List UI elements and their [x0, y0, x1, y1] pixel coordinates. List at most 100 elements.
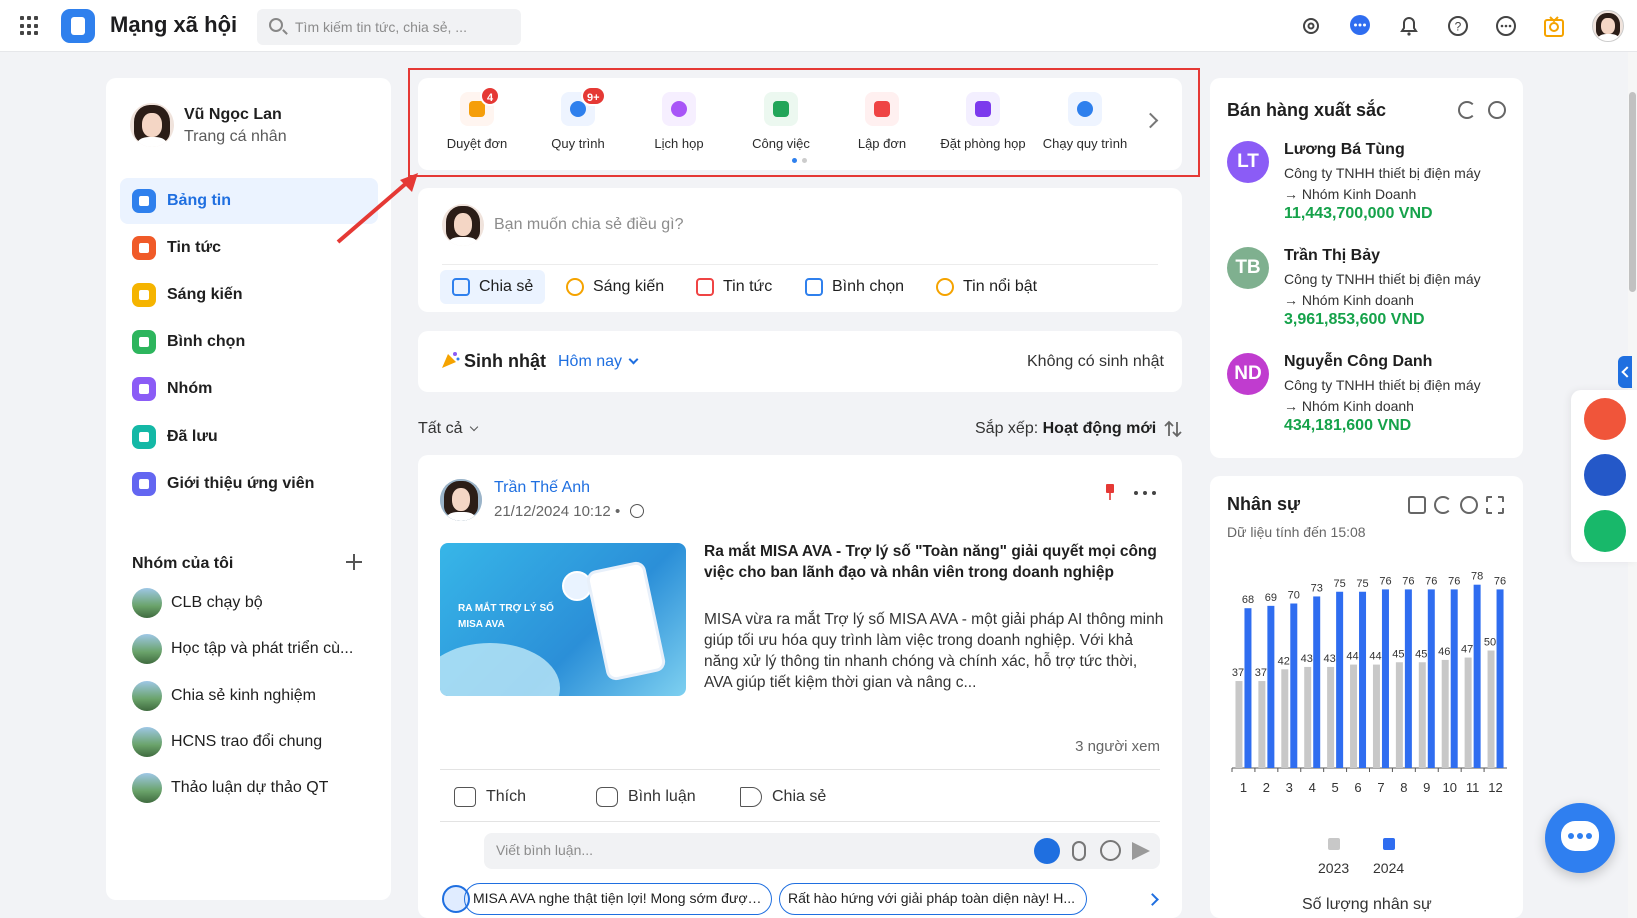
sidebar-item-groups[interactable]: Nhóm — [120, 366, 378, 412]
refresh-icon[interactable] — [1458, 101, 1476, 119]
sidebar-item-referrals[interactable]: Giới thiệu ứng viên — [120, 461, 378, 507]
sidebar-item-label: Bình chọn — [167, 333, 246, 350]
sidebar-item-initiatives[interactable]: Sáng kiến — [120, 272, 378, 318]
more-options-icon[interactable] — [1493, 13, 1519, 39]
bar-2023-4[interactable] — [1304, 666, 1312, 768]
post-view-count[interactable]: 3 người xem — [1075, 738, 1160, 755]
bar-2024-12[interactable] — [1496, 589, 1504, 768]
group-item[interactable]: HCNS trao đổi chung — [132, 726, 322, 758]
expand-icon[interactable] — [1486, 496, 1504, 514]
group-item[interactable]: CLB chạy bộ — [132, 587, 263, 619]
share-button[interactable]: Chia sẻ — [740, 783, 826, 811]
chart-type-icon[interactable] — [1408, 496, 1426, 514]
bar-2024-10[interactable] — [1450, 589, 1458, 768]
sort-selector[interactable]: Sắp xếp: Hoạt động mới — [975, 420, 1156, 438]
composer-tab-label: Tin tức — [723, 278, 773, 295]
bar-2023-10[interactable] — [1441, 659, 1449, 768]
legend-item-2023[interactable]: 2023 — [1318, 838, 1349, 876]
composer-tab-news[interactable]: Tin tức — [684, 270, 784, 304]
collapse-side-panel-tab[interactable] — [1618, 356, 1632, 388]
comment-input[interactable]: Viết bình luận... — [484, 833, 1160, 869]
composer-tab-featured[interactable]: Tin nổi bật — [924, 270, 1049, 304]
ai-assist-icon[interactable] — [1034, 838, 1060, 864]
suggestions-next-chevron-icon[interactable] — [1146, 891, 1162, 907]
legend-item-2024[interactable]: 2024 — [1373, 838, 1404, 876]
pin-icon[interactable] — [1104, 483, 1116, 501]
birthday-panel: Sinh nhật Hôm nay Không có sinh nhật — [418, 331, 1182, 392]
bar-2023-1[interactable] — [1235, 681, 1243, 768]
bar-2024-11[interactable] — [1473, 584, 1481, 768]
user-referral-icon — [132, 472, 156, 496]
comment-button[interactable]: Bình luận — [596, 783, 696, 811]
seller-avatar: TB — [1227, 247, 1269, 289]
chat-bubble-icon[interactable] — [1347, 13, 1373, 39]
composer-tab-initiative[interactable]: Sáng kiến — [554, 270, 676, 304]
post-author[interactable]: Trần Thế Anh — [494, 479, 590, 497]
help-icon[interactable]: ? — [1445, 13, 1471, 39]
sort-order-icon[interactable] — [1163, 419, 1183, 439]
settings-gear-icon[interactable] — [1460, 496, 1478, 514]
x-tick-label: 2 — [1263, 780, 1270, 795]
attachment-icon[interactable] — [1072, 841, 1086, 861]
post-title[interactable]: Ra mắt MISA AVA - Trợ lý số "Toàn năng" … — [704, 541, 1164, 583]
suggested-comment-chip[interactable]: Rất hào hứng với giải pháp toàn diện này… — [779, 883, 1087, 915]
bar-2024-9[interactable] — [1427, 589, 1435, 768]
user-avatar[interactable] — [1592, 10, 1624, 42]
award-icon[interactable] — [1541, 13, 1567, 39]
birthday-date-selector[interactable]: Hôm nay — [558, 353, 639, 371]
sidebar-item-saved[interactable]: Đã lưu — [120, 414, 378, 460]
top-sellers-panel: Bán hàng xuất sắc LT Lương Bá Tùng Công … — [1210, 78, 1523, 458]
composer-tab-share[interactable]: Chia sẻ — [440, 270, 546, 304]
send-icon[interactable] — [1132, 842, 1150, 860]
like-button[interactable]: Thích — [454, 783, 526, 811]
x-tick-label: 6 — [1354, 780, 1361, 795]
seller-amount: 434,181,600 VND — [1284, 417, 1412, 434]
emoji-icon[interactable] — [1100, 840, 1121, 861]
search-box[interactable] — [257, 9, 521, 45]
bar-2024-4[interactable] — [1313, 596, 1321, 768]
bar-2023-11[interactable] — [1464, 657, 1472, 768]
bar-2024-1[interactable] — [1244, 608, 1252, 768]
seller-name: Trần Thị Bảy — [1284, 247, 1381, 264]
ai-sparkle-icon[interactable] — [1584, 398, 1626, 440]
group-item[interactable]: Thảo luận dự thảo QT — [132, 772, 328, 804]
bar-2023-2[interactable] — [1258, 681, 1266, 768]
settings-gear-icon[interactable] — [1298, 13, 1324, 39]
notification-bell-icon[interactable] — [1396, 13, 1422, 39]
search-input[interactable] — [295, 9, 515, 45]
bar-2024-5[interactable] — [1336, 591, 1344, 768]
group-item[interactable]: Học tập và phát triển cù... — [132, 633, 353, 665]
suggested-comment-chip[interactable]: MISA AVA nghe thật tiện lợi! Mong sớm đư… — [464, 883, 772, 915]
more-options-icon[interactable] — [1134, 491, 1156, 497]
bar-2023-6[interactable] — [1350, 664, 1358, 768]
settings-gear-icon[interactable] — [1488, 101, 1506, 119]
bar-2023-5[interactable] — [1327, 666, 1335, 768]
group-item[interactable]: Chia sẻ kinh nghiệm — [132, 680, 316, 712]
feed-filter-dropdown[interactable]: Tất cả — [418, 420, 479, 438]
composer-input[interactable]: Bạn muốn chia sẻ điều gì? — [494, 216, 683, 234]
bar-2023-9[interactable] — [1418, 662, 1426, 768]
bar-2023-8[interactable] — [1395, 662, 1403, 768]
app-grid-icon[interactable] — [20, 16, 40, 36]
add-group-icon[interactable] — [342, 550, 366, 574]
refresh-icon[interactable] — [1434, 496, 1452, 514]
megaphone-icon — [936, 278, 954, 296]
messenger-icon[interactable] — [1584, 510, 1626, 552]
post-image[interactable]: RA MẮT TRỢ LÝ SỐ MISA AVA — [440, 543, 686, 696]
bar-2024-2[interactable] — [1267, 605, 1275, 768]
profile-link[interactable]: Trang cá nhân — [184, 128, 287, 146]
divider — [440, 769, 1160, 770]
sidebar-item-polls[interactable]: Bình chọn — [120, 319, 378, 365]
bar-2024-7[interactable] — [1381, 589, 1389, 768]
bar-2023-12[interactable] — [1487, 650, 1495, 769]
group-label: Thảo luận dự thảo QT — [171, 779, 329, 796]
bar-2024-6[interactable] — [1359, 591, 1367, 768]
chat-fab-button[interactable] — [1545, 803, 1615, 873]
scrollbar-thumb[interactable] — [1629, 92, 1636, 292]
bar-2024-3[interactable] — [1290, 603, 1298, 769]
bar-2023-7[interactable] — [1372, 664, 1380, 768]
assistant-bot-icon[interactable] — [1584, 454, 1626, 496]
bar-2024-8[interactable] — [1404, 589, 1412, 768]
bar-2023-3[interactable] — [1281, 669, 1289, 768]
composer-tab-poll[interactable]: Bình chọn — [793, 270, 916, 304]
